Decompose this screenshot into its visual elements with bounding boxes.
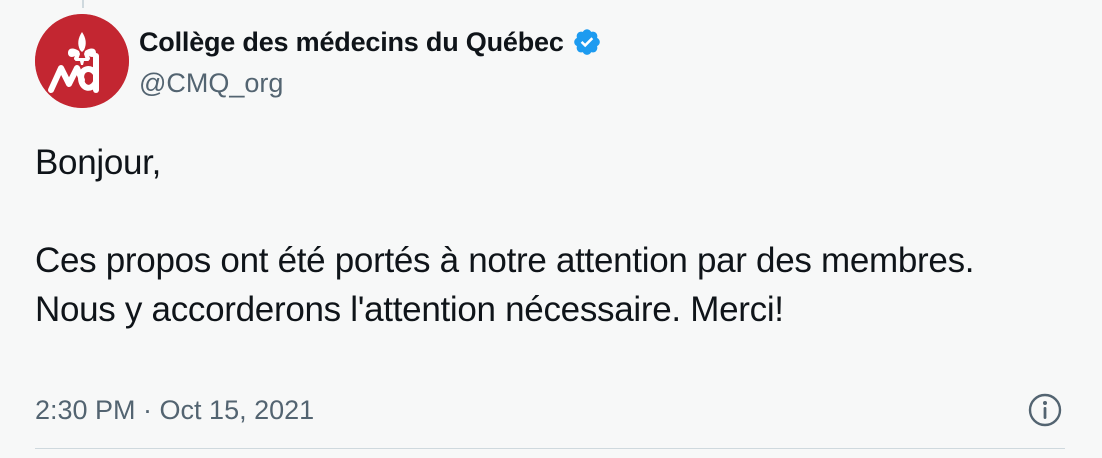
tweet-text-body: Ces propos ont été portés à notre attent… — [35, 241, 975, 329]
tweet-text-greeting: Bonjour, — [35, 143, 162, 182]
author-handle[interactable]: @CMQ_org — [139, 68, 602, 99]
tweet-text: Bonjour, Ces propos ont été portés à not… — [35, 138, 1055, 334]
tweet-meta-row: 2:30 PM · Oct 15, 2021 — [35, 388, 1065, 432]
tweet-author: Collège des médecins du Québec @CMQ_org — [139, 22, 602, 99]
cmq-logo-icon — [35, 14, 129, 108]
thread-connector-line — [82, 0, 84, 8]
author-display-name[interactable]: Collège des médecins du Québec — [139, 27, 564, 58]
verified-badge-icon — [572, 27, 602, 57]
author-name-row: Collège des médecins du Québec — [139, 22, 602, 62]
avatar[interactable] — [35, 14, 129, 108]
tweet-timestamp[interactable]: 2:30 PM · Oct 15, 2021 — [35, 395, 314, 426]
info-icon[interactable] — [1025, 390, 1065, 430]
tweet-divider — [35, 448, 1065, 449]
